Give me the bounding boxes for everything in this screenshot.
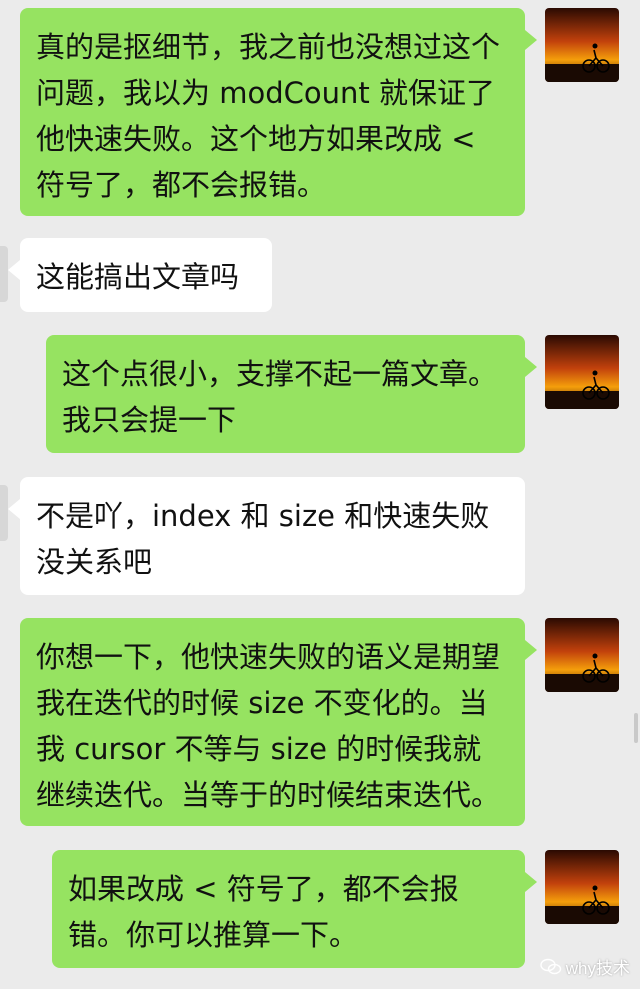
message-text: 如果改成 < 符号了，都不会报错。你可以推算一下。 [68, 872, 459, 952]
sunset-cyclist-avatar-icon [545, 618, 619, 692]
message-text: 你想一下，他快速失败的语义是期望我在迭代的时候 size 不变化的。当我 cur… [36, 640, 501, 812]
avatar[interactable] [545, 8, 619, 82]
message-text: 真的是抠细节，我之前也没想过这个问题，我以为 modCount 就保证了他快速失… [36, 30, 501, 202]
message-text: 这个点很小，支撑不起一篇文章。我只会提一下 [62, 357, 498, 437]
avatar[interactable] [545, 850, 619, 924]
sunset-cyclist-avatar-icon [545, 335, 619, 409]
avatar[interactable] [0, 246, 8, 302]
avatar[interactable] [545, 618, 619, 692]
message-bubble-received[interactable]: 这能搞出文章吗 [8, 238, 272, 312]
sunset-cyclist-avatar-icon [545, 850, 619, 924]
watermark: why技术 [540, 954, 630, 979]
message-bubble-sent[interactable]: 如果改成 < 符号了，都不会报错。你可以推算一下。 [52, 850, 537, 968]
message-bubble-sent[interactable]: 你想一下，他快速失败的语义是期望我在迭代的时候 size 不变化的。当我 cur… [20, 618, 537, 826]
watermark-text: why技术 [565, 959, 630, 978]
avatar[interactable] [0, 485, 8, 541]
message-text: 这能搞出文章吗 [36, 260, 240, 294]
message-bubble-sent[interactable]: 这个点很小，支撑不起一篇文章。我只会提一下 [46, 335, 537, 453]
message-bubble-received[interactable]: 不是吖，index 和 size 和快速失败没关系吧 [8, 477, 525, 595]
message-text: 不是吖，index 和 size 和快速失败没关系吧 [36, 499, 490, 579]
sunset-cyclist-avatar-icon [545, 8, 619, 82]
scrollbar[interactable] [634, 713, 638, 743]
avatar[interactable] [545, 335, 619, 409]
wechat-icon [540, 958, 561, 974]
message-bubble-sent[interactable]: 真的是抠细节，我之前也没想过这个问题，我以为 modCount 就保证了他快速失… [20, 8, 537, 216]
